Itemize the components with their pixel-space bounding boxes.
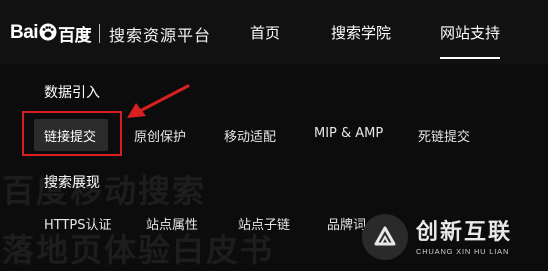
watermark-cn: 创新互联 <box>416 220 513 245</box>
menu-item-site-attributes[interactable]: 站点属性 <box>146 214 198 233</box>
watermark-logo-icon <box>362 214 408 260</box>
menu-item-sitelinks[interactable]: 站点子链 <box>238 214 290 233</box>
menu-item-brand-words[interactable]: 品牌词 <box>327 214 366 233</box>
menu-item-https[interactable]: HTTPS认证 <box>44 214 112 233</box>
group-title-search-display: 搜索展现 <box>44 175 100 191</box>
watermark-en: CHUANG XIN HU LIAN <box>416 247 510 256</box>
